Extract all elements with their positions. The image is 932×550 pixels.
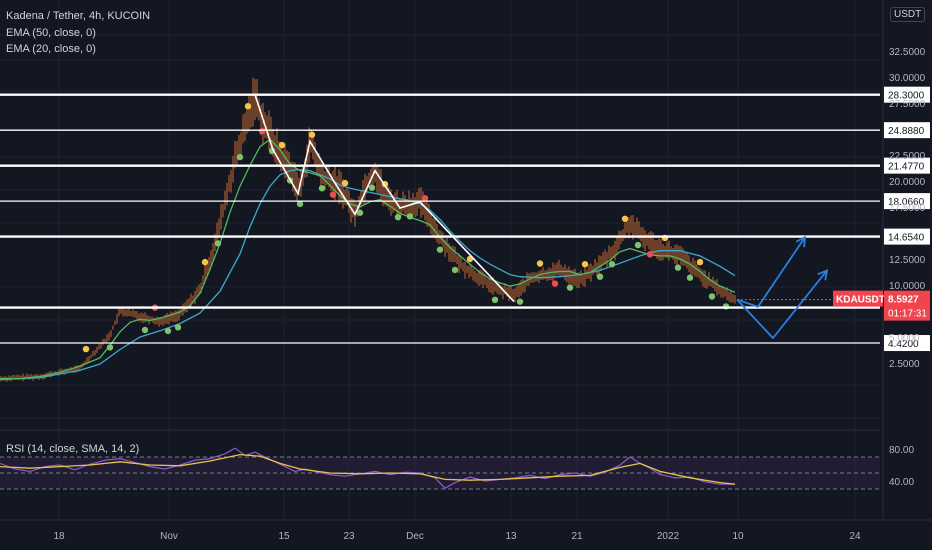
signal-dot: [164, 327, 172, 335]
signal-dot: [421, 194, 429, 202]
signal-dot: [329, 191, 337, 198]
time-axis-tick: Nov: [160, 531, 178, 542]
signal-dot: [341, 179, 349, 187]
signal-dot: [174, 324, 182, 331]
signal-dot: [536, 260, 544, 267]
level-label: 21.4770: [888, 162, 925, 173]
price-axis-tick: 17.5000: [889, 203, 926, 214]
price-axis-tick: 27.5000: [889, 99, 926, 110]
signal-dot: [686, 274, 694, 281]
signal-dot: [516, 298, 524, 305]
signal-dot: [368, 184, 376, 191]
signal-dot: [201, 258, 209, 266]
time-axis-tick: 15: [278, 531, 290, 542]
price-tag-countdown: 01:17:31: [888, 309, 927, 320]
signal-dot: [406, 213, 414, 220]
signal-dot: [566, 284, 574, 291]
ema50-legend[interactable]: EMA (50, close, 0): [6, 27, 96, 39]
time-axis-tick: 23: [343, 531, 355, 542]
signal-dot: [82, 345, 90, 353]
rsi-axis-tick: 80.00: [889, 445, 914, 456]
level-label: 24.8880: [888, 126, 925, 137]
price-axis-tick: 10.0000: [889, 281, 926, 292]
price-chart[interactable]: 80.0040.00 28.300024.888021.477018.06601…: [0, 0, 932, 550]
level-label: 14.6540: [888, 233, 925, 244]
price-axis-tick: 20.0000: [889, 177, 926, 188]
price-axis-tick: 22.5000: [889, 151, 926, 162]
signal-dot: [708, 293, 716, 300]
time-axis-tick: Dec: [406, 531, 424, 542]
signal-dot: [258, 127, 266, 135]
price-axis-tick: 30.0000: [889, 73, 926, 84]
price-axis-tick: 32.5000: [889, 47, 926, 58]
time-axis-tick: 18: [53, 531, 65, 542]
signal-dot: [451, 266, 459, 274]
signal-dot: [106, 344, 114, 351]
signal-dot: [608, 261, 616, 268]
rsi-legend[interactable]: RSI (14, close, SMA, 14, 2): [6, 443, 139, 455]
signal-dot: [141, 326, 149, 334]
price-axis-tick: 5.0000: [889, 333, 920, 344]
signal-dot: [634, 241, 642, 249]
time-axis-tick: 2022: [657, 531, 680, 542]
signal-dot: [436, 246, 444, 253]
time-axis-tick: 10: [732, 531, 744, 542]
signal-dot: [214, 240, 222, 247]
time-axis-tick: 24: [849, 531, 861, 542]
signal-dot: [646, 251, 654, 258]
signal-dot: [621, 215, 629, 222]
time-axis-tick: 21: [571, 531, 583, 542]
price-axis-tick: 2.5000: [889, 359, 920, 370]
symbol-tag: KDAUSDT: [836, 295, 885, 306]
price-axis-tick: 12.5000: [889, 255, 926, 266]
signal-dot: [236, 153, 244, 161]
currency-label[interactable]: USDT: [890, 7, 926, 22]
signal-dot: [551, 280, 559, 287]
signal-dot: [244, 103, 252, 110]
signal-dot: [674, 264, 682, 271]
signal-dot: [581, 261, 589, 268]
rsi-axis-tick: 40.00: [889, 477, 914, 488]
time-axis-tick: 13: [505, 531, 517, 542]
signal-dot: [596, 273, 604, 280]
signal-dot: [491, 296, 499, 304]
price-tag-value: 8.5927: [888, 295, 919, 306]
signal-dot: [308, 131, 316, 138]
signal-dot: [356, 209, 364, 216]
chart-title[interactable]: Kadena / Tether, 4h, KUCOIN: [6, 10, 150, 22]
ema20-legend[interactable]: EMA (20, close, 0): [6, 43, 96, 55]
signal-dot: [696, 258, 704, 266]
signal-dot: [278, 141, 286, 149]
signal-dot: [394, 213, 402, 221]
signal-dot: [318, 185, 326, 192]
